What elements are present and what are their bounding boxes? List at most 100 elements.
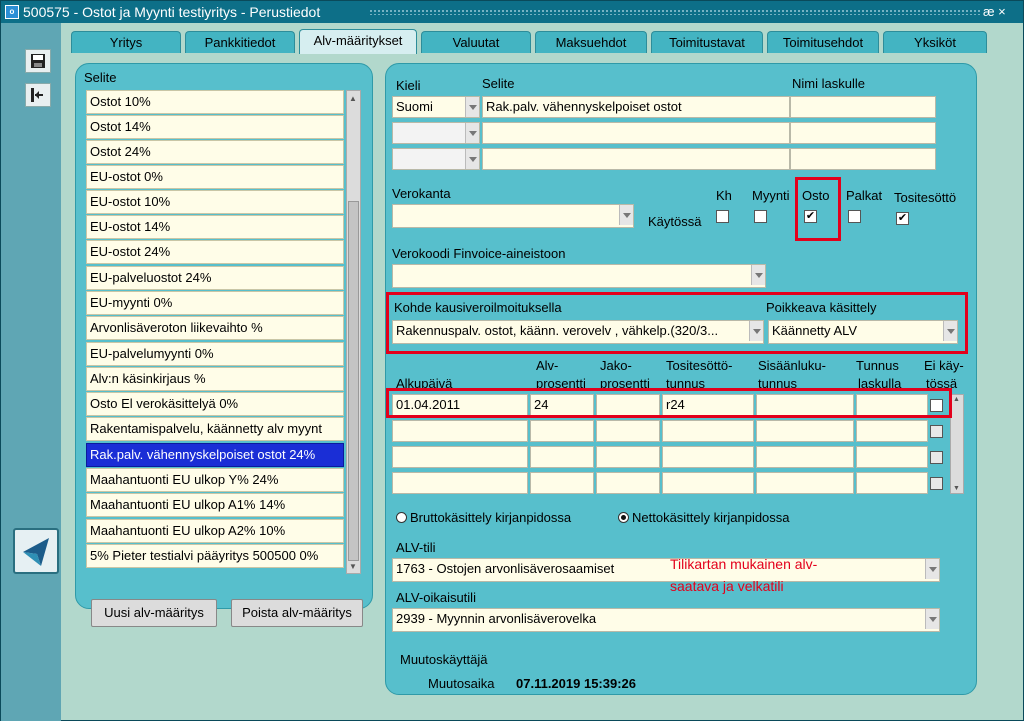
netto-radio[interactable] <box>618 512 629 523</box>
exit-button[interactable] <box>25 83 51 107</box>
selite-field-3[interactable] <box>482 148 790 170</box>
tosite-cell[interactable] <box>662 420 754 442</box>
window-controls[interactable]: æ × <box>983 4 1006 19</box>
osto-highlight <box>795 177 841 241</box>
sisaan-cell[interactable] <box>756 446 854 468</box>
alv-oikaisu-select[interactable]: 2939 - Myynnin arvonlisäverovelka <box>392 608 940 632</box>
tosite-cell[interactable] <box>662 446 754 468</box>
tab-toimitusehdot[interactable]: Toimitusehdot <box>767 31 879 53</box>
tab-alv-maaritykset[interactable]: Alv-määritykset <box>299 29 417 54</box>
scroll-down-icon[interactable]: ▼ <box>349 562 357 571</box>
tab-valuutat[interactable]: Valuutat <box>421 31 531 53</box>
tositesotto-checkbox[interactable]: ✔ <box>896 212 909 225</box>
chevron-down-icon[interactable] <box>925 609 939 629</box>
list-item-selected[interactable]: Rak.palv. vähennyskelpoiset ostot 24% <box>86 443 344 467</box>
muutosaika-label: Muutosaika <box>428 676 495 691</box>
ei-kaytossa-checkbox[interactable] <box>930 477 943 490</box>
list-item[interactable]: Ostot 14% <box>86 115 344 139</box>
chevron-down-icon[interactable] <box>619 205 633 225</box>
chevron-down-icon[interactable] <box>925 559 939 579</box>
jako-cell[interactable] <box>596 420 660 442</box>
verokanta-select[interactable] <box>392 204 634 228</box>
alv-tili-select[interactable]: 1763 - Ostojen arvonlisäverosaamiset <box>392 558 940 582</box>
tab-toimitustavat[interactable]: Toimitustavat <box>651 31 763 53</box>
kh-label: Kh <box>716 188 732 203</box>
selite-field-2[interactable] <box>482 122 790 144</box>
save-button[interactable] <box>25 49 51 73</box>
scroll-up-icon[interactable]: ▲ <box>349 94 357 103</box>
kieli-select[interactable]: Suomi <box>392 96 480 118</box>
palkat-checkbox[interactable] <box>848 210 861 223</box>
list-item[interactable]: Ostot 24% <box>86 140 344 164</box>
finvoice-select[interactable] <box>392 264 766 288</box>
list-item[interactable]: EU-ostot 14% <box>86 215 344 239</box>
nimi-field-3[interactable] <box>790 148 936 170</box>
sisaan-cell[interactable] <box>756 420 854 442</box>
new-alv-button[interactable]: Uusi alv-määritys <box>91 599 217 627</box>
list-item[interactable]: Alv:n käsinkirjaus % <box>86 367 344 391</box>
brutto-radio[interactable] <box>396 512 407 523</box>
kh-checkbox[interactable] <box>716 210 729 223</box>
tab-yksikot[interactable]: Yksiköt <box>883 31 987 53</box>
nimi-field-2[interactable] <box>790 122 936 144</box>
jako-cell[interactable] <box>596 446 660 468</box>
list-item[interactable]: EU-ostot 10% <box>86 190 344 214</box>
kaytossa-label: Käytössä <box>648 214 702 229</box>
alkupaiva-cell[interactable] <box>392 420 528 442</box>
kieli-select-2[interactable] <box>392 122 480 144</box>
alv-list[interactable]: Ostot 10% Ostot 14% Ostot 24% EU-ostot 0… <box>62 90 362 610</box>
tab-maksuehdot[interactable]: Maksuehdot <box>535 31 647 53</box>
scroll-up-icon[interactable]: ▲ <box>953 396 960 403</box>
alkupaiva-cell[interactable] <box>392 446 528 468</box>
jako-cell[interactable] <box>596 472 660 494</box>
list-item[interactable]: EU-ostot 0% <box>86 165 344 189</box>
chevron-down-icon[interactable] <box>751 265 765 285</box>
list-item[interactable]: Maahantuonti EU ulkop A2% 10% <box>86 519 344 543</box>
kieli-value: Suomi <box>396 99 433 114</box>
selite-field[interactable]: Rak.palv. vähennyskelpoiset ostot <box>482 96 790 118</box>
list-item[interactable]: EU-myynti 0% <box>86 291 344 315</box>
alv-cell[interactable] <box>530 446 594 468</box>
list-item[interactable]: Osto El verokäsittelyä 0% <box>86 392 344 416</box>
tunnus-cell[interactable] <box>856 420 928 442</box>
ei-kaytossa-checkbox[interactable] <box>930 451 943 464</box>
col-tosite-1: Tositesöttö- <box>666 358 733 373</box>
list-item[interactable]: EU-ostot 24% <box>86 240 344 264</box>
grid-scrollbar[interactable]: ▲ ▼ <box>950 394 964 494</box>
selite-label: Selite <box>482 76 515 91</box>
list-item[interactable]: Maahantuonti EU ulkop Y% 24% <box>86 468 344 492</box>
scroll-thumb[interactable] <box>348 201 359 561</box>
alv-cell[interactable] <box>530 420 594 442</box>
delete-alv-button[interactable]: Poista alv-määritys <box>231 599 363 627</box>
list-item[interactable]: Maahantuonti EU ulkop A1% 14% <box>86 493 344 517</box>
list-item[interactable]: Ostot 10% <box>86 90 344 114</box>
ei-kaytossa-checkbox[interactable] <box>930 425 943 438</box>
chevron-down-icon[interactable] <box>465 123 479 143</box>
save-icon <box>31 54 45 68</box>
alv-cell[interactable] <box>530 472 594 494</box>
alkupaiva-cell[interactable] <box>392 472 528 494</box>
tunnus-cell[interactable] <box>856 446 928 468</box>
kieli-select-3[interactable] <box>392 148 480 170</box>
myynti-checkbox[interactable] <box>754 210 767 223</box>
tab-pankkitiedot[interactable]: Pankkitiedot <box>185 31 295 53</box>
chevron-down-icon[interactable] <box>465 149 479 169</box>
list-item[interactable]: 5% Pieter testialvi pääyritys 500500 0% <box>86 544 344 568</box>
list-item[interactable]: Arvonlisäveroton liikevaihto % <box>86 316 344 340</box>
table-row[interactable] <box>392 446 952 470</box>
chevron-down-icon[interactable] <box>465 97 479 117</box>
list-item[interactable]: EU-palveluostot 24% <box>86 266 344 290</box>
nimi-label: Nimi laskulle <box>792 76 865 91</box>
list-item[interactable]: Rakentamispalvelu, käännetty alv myynt <box>86 417 344 441</box>
list-item[interactable]: EU-palvelumyynti 0% <box>86 342 344 366</box>
sisaan-cell[interactable] <box>756 472 854 494</box>
alv-oikaisu-label: ALV-oikaisutili <box>396 590 476 605</box>
nimi-field[interactable] <box>790 96 936 118</box>
table-row[interactable] <box>392 472 952 496</box>
table-row[interactable] <box>392 420 952 444</box>
list-scrollbar[interactable]: ▲ ▼ <box>346 90 361 574</box>
tunnus-cell[interactable] <box>856 472 928 494</box>
tosite-cell[interactable] <box>662 472 754 494</box>
tab-yritys[interactable]: Yritys <box>71 31 181 53</box>
scroll-down-icon[interactable]: ▼ <box>953 485 960 492</box>
